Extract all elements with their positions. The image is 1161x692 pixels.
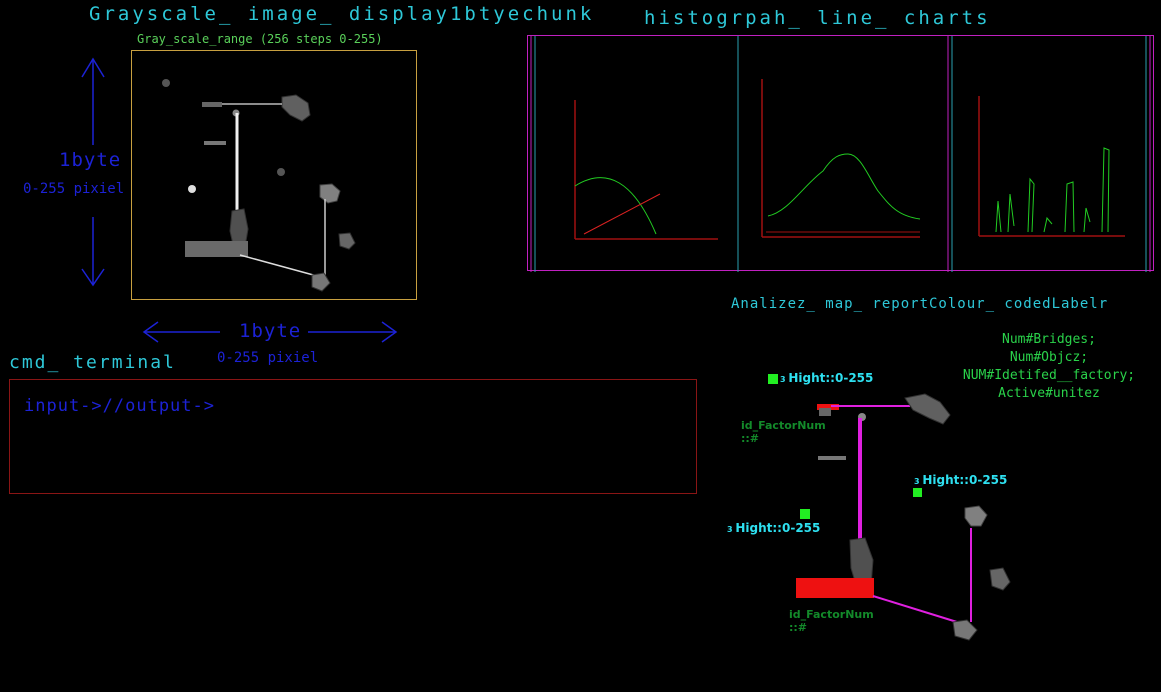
- factory-block[interactable]: [796, 578, 874, 598]
- object-blob: [952, 619, 978, 641]
- factor-label-1-id: id_FactorNum: [741, 419, 826, 432]
- y-axis-title: 1byte: [59, 149, 122, 171]
- histogram-panel: [527, 35, 1154, 272]
- gray-block: [185, 241, 248, 257]
- grayscale-range-label: Gray_scale_range (256 steps 0-255): [137, 32, 383, 46]
- bridge-edge: [872, 595, 958, 623]
- active-unit-marker[interactable]: [800, 509, 810, 519]
- gray-edge: [239, 254, 318, 277]
- x-axis-title: 1byte: [239, 320, 302, 342]
- hight-label-3: 3 Hight::0-255: [727, 521, 821, 535]
- factor-label-2: id_FactorNum ::#: [789, 608, 874, 634]
- gray-blob: [319, 183, 341, 204]
- hight-label-2: 3 Hight::0-255: [914, 473, 1008, 487]
- gray-block: [204, 141, 226, 145]
- object-blob: [904, 393, 951, 425]
- factor-label-1-num: ::#: [741, 432, 760, 445]
- y-axis-arrow: [81, 57, 105, 287]
- active-unit-marker[interactable]: [768, 374, 778, 384]
- active-unit-marker[interactable]: [913, 488, 922, 497]
- factor-label-2-id: id_FactorNum: [789, 608, 874, 621]
- histogram-chart-1: [574, 100, 718, 240]
- gray-dot: [277, 168, 285, 176]
- legend-bridges: Num#Bridges;: [1002, 332, 1096, 347]
- object-blob: [964, 505, 988, 527]
- gray-block: [819, 408, 831, 416]
- terminal-title: cmd_ terminal: [9, 352, 176, 373]
- gray-block: [202, 102, 222, 107]
- histogram-chart-3: [978, 96, 1125, 237]
- x-axis-subtitle: 0-255 pixiel: [217, 350, 319, 366]
- grayscale-title: Grayscale_ image_ display1btyechunk: [89, 3, 595, 25]
- gray-blob: [338, 232, 356, 250]
- terminal-input-line[interactable]: input->//output->: [24, 396, 215, 416]
- histogram-chart-2: [761, 79, 921, 238]
- grayscale-map: [162, 79, 356, 292]
- gray-blob: [311, 272, 331, 292]
- gray-dot: [188, 185, 196, 193]
- object-blob: [989, 567, 1011, 591]
- hight-label-1: 3 Hight::0-255: [780, 371, 874, 385]
- factor-label-2-num: ::#: [789, 621, 808, 634]
- gray-dot: [162, 79, 170, 87]
- gray-blob: [281, 94, 311, 122]
- report-map[interactable]: [725, 360, 1025, 650]
- factor-label-1: id_FactorNum ::#: [741, 419, 826, 445]
- gray-block: [818, 456, 846, 460]
- cmd-terminal[interactable]: input->//output->: [9, 379, 697, 494]
- histogram-title: histogrpah_ line_ charts: [644, 7, 991, 29]
- histogram-charts: [530, 36, 1151, 272]
- y-axis-subtitle: 0-255 pixiel: [23, 181, 125, 197]
- report-title: Analizez_ map_ reportColour_ codedLabelr: [731, 296, 1109, 312]
- grayscale-image-panel[interactable]: [131, 50, 417, 300]
